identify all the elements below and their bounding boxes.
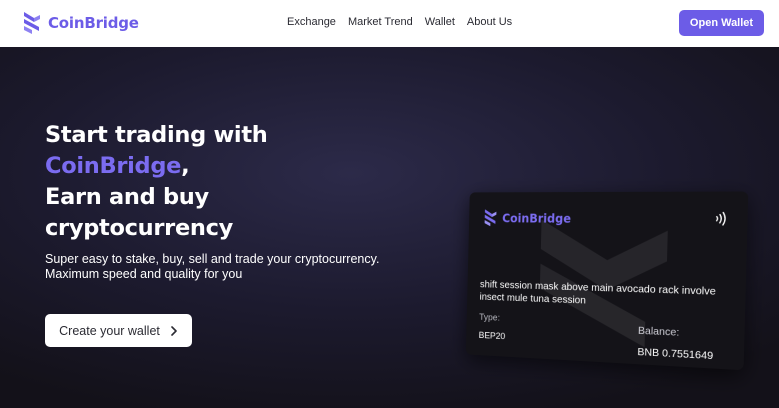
open-wallet-button[interactable]: Open Wallet	[679, 10, 764, 36]
card-brand: CoinBridge	[483, 208, 571, 229]
brand-logo-link[interactable]: CoinBridge	[22, 10, 139, 36]
card-balance-value: BNB 0.7551649	[637, 345, 714, 363]
nav-link-about-us[interactable]: About Us	[467, 16, 512, 28]
hero-title-line4: cryptocurrency	[45, 215, 234, 241]
nav-link-market-trend[interactable]: Market Trend	[348, 16, 413, 28]
hero-title-line3: Earn and buy	[45, 184, 209, 210]
brand-name: CoinBridge	[48, 14, 139, 32]
coinbridge-logo-icon	[24, 12, 40, 34]
card-type-value: BEP20	[478, 330, 506, 343]
card-type-label: Type:	[479, 312, 501, 324]
hero-title-line1: Start trading with	[45, 122, 268, 148]
hero-title: Start trading with CoinBridge, Earn and …	[45, 120, 268, 244]
create-wallet-label: Create your wallet	[59, 323, 160, 338]
hero-section: Start trading with CoinBridge, Earn and …	[0, 47, 779, 408]
top-navbar: CoinBridge Exchange Market Trend Wallet …	[0, 0, 779, 47]
nav-links: Exchange Market Trend Wallet About Us	[287, 16, 512, 28]
wallet-card: CoinBridge shift session mask above main…	[465, 191, 749, 371]
card-seed-phrase: shift session mask above main avocado ra…	[479, 278, 716, 307]
hero-subtitle: Super easy to stake, buy, sell and trade…	[45, 252, 380, 281]
nav-link-wallet[interactable]: Wallet	[425, 16, 455, 28]
chevron-right-icon	[171, 325, 177, 336]
card-coinbridge-logo-icon	[484, 209, 497, 227]
hero-title-accent: CoinBridge	[45, 153, 182, 179]
create-wallet-button[interactable]: Create your wallet	[45, 314, 192, 347]
card-brand-name: CoinBridge	[502, 211, 572, 226]
nav-link-exchange[interactable]: Exchange	[287, 16, 336, 28]
card-balance-label: Balance:	[637, 324, 680, 339]
contactless-icon	[714, 211, 728, 226]
hero-title-comma: ,	[181, 153, 190, 179]
